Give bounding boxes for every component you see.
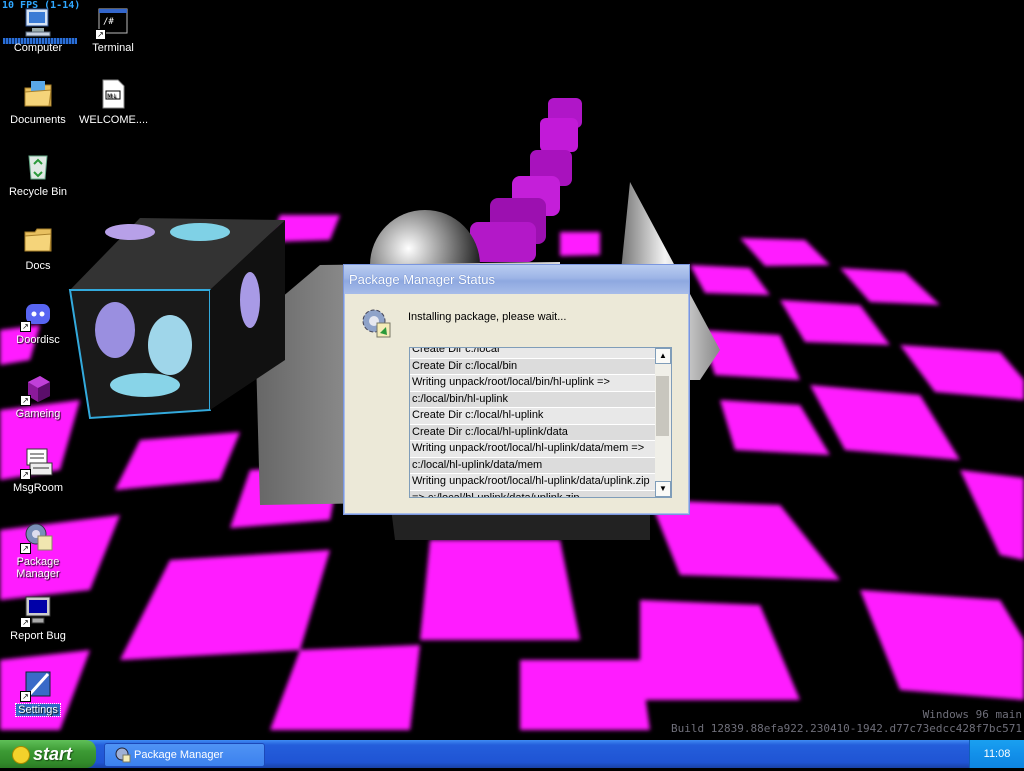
scroll-up-arrow-icon[interactable]: ▲: [655, 348, 671, 364]
desktop-icon-recycle-bin[interactable]: Recycle Bin: [2, 150, 74, 198]
desktop-icon-label: Recycle Bin: [8, 186, 68, 198]
log-line: Writing unpack/root/local/hl-uplink/data…: [410, 474, 655, 491]
install-log-lines: Create Dir c:/local Create Dir c:/local/b…: [410, 348, 655, 497]
taskbar-button-label: Package Manager: [134, 749, 224, 761]
desktop-icon-documents[interactable]: Documents: [2, 78, 74, 126]
desktop-icon-label: Package Manager: [16, 556, 60, 580]
documents-icon: [22, 78, 54, 110]
build-watermark: Windows 96 main Build 12839.88efa922.230…: [671, 708, 1022, 736]
desktop-icon-welcome[interactable]: M↓ WELCOME....: [77, 78, 149, 126]
package-manager-icon: ↗: [20, 520, 54, 554]
package-manager-icon: [115, 747, 131, 763]
settings-icon: ↗: [20, 668, 54, 702]
dialog-titlebar[interactable]: Package Manager Status: [344, 265, 689, 294]
markdown-file-icon: M↓: [97, 78, 129, 110]
desktop-icon-label: Settings: [15, 703, 61, 717]
doordisc-icon: ↗: [20, 298, 54, 332]
desktop-icon-label: Report Bug: [10, 630, 66, 642]
gameing-icon: ↗: [20, 372, 54, 406]
log-line: => c:/local/hl-uplink/data/uplink.zip: [410, 490, 655, 497]
log-line: Create Dir c:/local: [410, 348, 655, 359]
desktop-icon-label: MsgRoom: [12, 482, 64, 494]
report-bug-icon: ↗: [20, 594, 54, 628]
log-line: c:/local/bin/hl-uplink: [410, 391, 655, 408]
start-label: start: [33, 744, 73, 764]
desktop-icon-doordisc[interactable]: ↗ Doordisc: [2, 298, 74, 346]
install-log-list[interactable]: Create Dir c:/local Create Dir c:/local/b…: [409, 347, 672, 498]
desktop-icon-label: Documents: [10, 114, 66, 126]
log-line: Create Dir c:/local/hl-uplink: [410, 408, 655, 425]
watermark-build: Build 12839.88efa922.230410-1942.d77c73e…: [671, 722, 1022, 735]
watermark-os-name: Windows 96 main: [922, 708, 1022, 721]
desktop-icon-computer[interactable]: Computer: [2, 6, 74, 54]
clock-time: 11:08: [983, 748, 1011, 760]
folder-icon: [22, 224, 54, 256]
desktop-icon-label: Terminal: [92, 42, 134, 54]
terminal-icon: /# ↗: [95, 6, 129, 40]
start-button[interactable]: start: [0, 740, 96, 768]
system-tray-clock[interactable]: 11:08: [969, 740, 1024, 768]
log-line: Writing unpack/root/local/hl-uplink/data…: [410, 441, 655, 458]
log-line: Writing unpack/root/local/bin/hl-uplink …: [410, 375, 655, 392]
desktop-icon-gameing[interactable]: ↗ Gameing: [2, 372, 74, 420]
computer-icon: [22, 6, 54, 38]
log-line: Create Dir c:/local/hl-uplink/data: [410, 424, 655, 441]
svg-text:/#: /#: [103, 17, 114, 27]
status-message: Installing package, please wait...: [408, 311, 567, 323]
dialog-title: Package Manager Status: [349, 272, 495, 287]
desktop-icon-label: WELCOME....: [79, 114, 149, 126]
desktop-icon-label: Computer: [13, 42, 63, 54]
desktop-icon-label: Docs: [25, 260, 51, 272]
desktop-icon-report-bug[interactable]: ↗ Report Bug: [2, 594, 74, 642]
recycle-bin-icon: [22, 150, 54, 182]
desktop-icon-label: Gameing: [15, 408, 61, 420]
desktop-icon-terminal[interactable]: /# ↗ Terminal: [77, 6, 149, 54]
desktop-icon-label: Doordisc: [16, 334, 60, 346]
taskbar: start Package Manager 11:08: [0, 740, 1024, 768]
scroll-down-arrow-icon[interactable]: ▼: [655, 481, 671, 497]
desktop-icon-settings[interactable]: ↗ Settings: [2, 668, 74, 717]
log-line: c:/local/hl-uplink/data/mem: [410, 457, 655, 474]
taskbar-button-package-manager[interactable]: Package Manager: [104, 743, 265, 767]
start-smiley-icon: [12, 746, 30, 764]
desktop-icon-package-manager[interactable]: ↗ Package Manager: [2, 520, 74, 580]
scroll-thumb[interactable]: [656, 376, 669, 436]
package-manager-status-dialog: Package Manager Status Installing packag…: [343, 264, 690, 515]
package-gear-icon: [360, 307, 392, 339]
msgroom-icon: ↗: [20, 446, 54, 480]
log-line: Create Dir c:/local/bin: [410, 358, 655, 375]
log-scrollbar[interactable]: ▲ ▼: [655, 348, 671, 497]
desktop-icon-docs[interactable]: Docs: [2, 224, 74, 272]
svg-text:M↓: M↓: [107, 93, 117, 100]
desktop-icon-msgroom[interactable]: ↗ MsgRoom: [2, 446, 74, 494]
